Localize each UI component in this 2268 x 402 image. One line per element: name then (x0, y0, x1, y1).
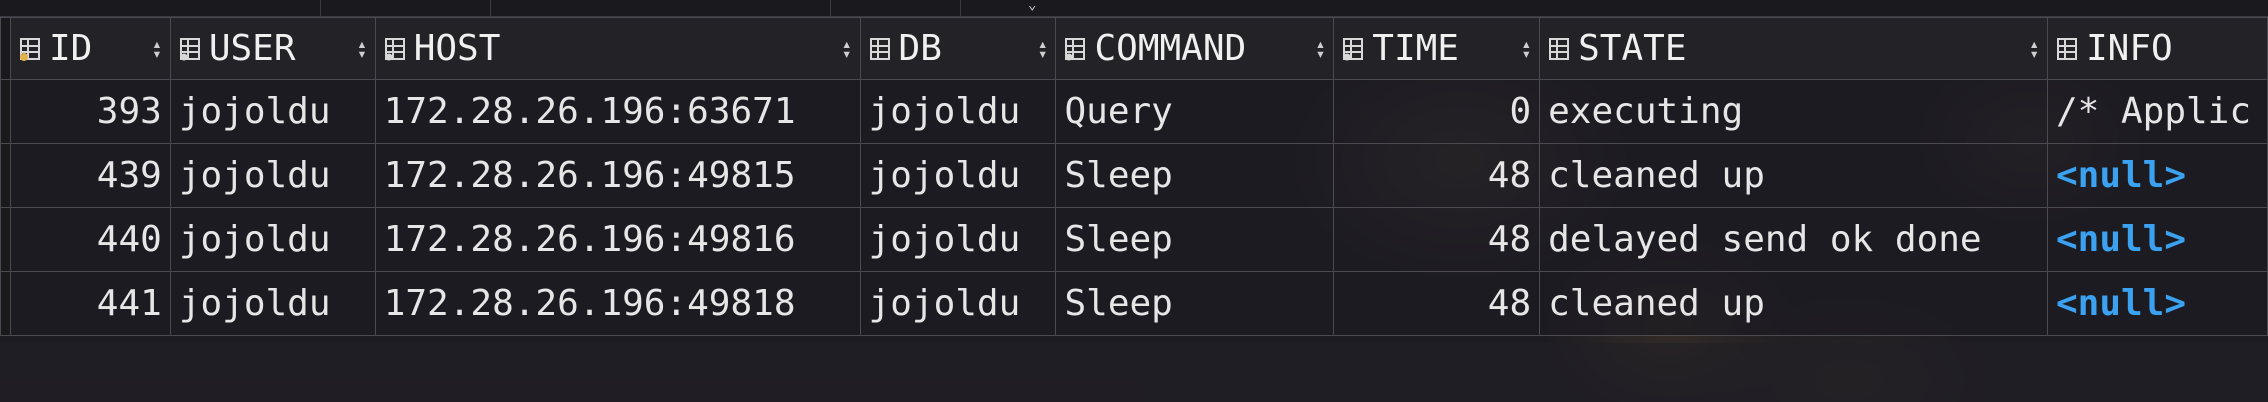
cell-state[interactable]: cleaned up (1539, 143, 2048, 208)
cell-user[interactable]: jojoldu (169, 207, 376, 272)
column-icon (384, 36, 408, 62)
cell-db[interactable]: jojoldu (859, 79, 1057, 144)
sort-icon[interactable]: ▴ ▾ (842, 35, 852, 61)
column-header-info[interactable]: INFO (2046, 17, 2268, 80)
sort-icon[interactable]: ▴ ▾ (152, 35, 162, 61)
table-row[interactable]: 440 jojoldu 172.28.26.196:49816 jojoldu … (0, 207, 2268, 272)
column-icon (1064, 36, 1088, 62)
cell-host[interactable]: 172.28.26.196:49818 (374, 271, 861, 336)
cell-db[interactable]: jojoldu (859, 207, 1057, 272)
cell-state[interactable]: executing (1539, 79, 2048, 144)
column-header-time[interactable]: TIME ▴ ▾ (1333, 17, 1541, 80)
cell-info[interactable]: /* Applic (2046, 79, 2268, 144)
sort-icon[interactable]: ▴ ▾ (2029, 35, 2039, 61)
column-header-command[interactable]: COMMAND ▴ ▾ (1055, 17, 1335, 80)
sort-icon[interactable]: ▴ ▾ (357, 35, 367, 61)
column-icon (1548, 36, 1572, 62)
table-row[interactable]: 439 jojoldu 172.28.26.196:49815 jojoldu … (0, 143, 2268, 208)
row-gutter[interactable] (0, 143, 11, 208)
cell-command[interactable]: Sleep (1055, 143, 1335, 208)
cell-db[interactable]: jojoldu (859, 271, 1057, 336)
column-header-label: TIME (1372, 28, 1459, 69)
column-header-label: DB (898, 28, 942, 69)
cell-command[interactable]: Sleep (1055, 207, 1335, 272)
column-header-label: INFO (2085, 28, 2173, 69)
row-gutter[interactable] (0, 207, 11, 272)
column-header-label: HOST (413, 28, 501, 69)
cell-host[interactable]: 172.28.26.196:49816 (374, 207, 861, 272)
sort-icon[interactable]: ▴ ▾ (1521, 35, 1531, 61)
column-header-host[interactable]: HOST ▴ ▾ (374, 17, 861, 80)
sort-icon[interactable]: ▴ ▾ (1038, 35, 1048, 61)
table-row[interactable]: 441 jojoldu 172.28.26.196:49818 jojoldu … (0, 271, 2268, 336)
cell-state[interactable]: delayed send ok done (1539, 207, 2048, 272)
cell-user[interactable]: jojoldu (169, 79, 376, 144)
sort-indicator-icon: ⌄ (1028, 0, 1037, 13)
column-header-state[interactable]: STATE ▴ ▾ (1539, 17, 2048, 80)
column-icon (869, 36, 893, 62)
column-header-label: COMMAND (1094, 28, 1247, 69)
column-header-db[interactable]: DB ▴ ▾ (859, 17, 1057, 80)
cell-state[interactable]: cleaned up (1539, 271, 2048, 336)
key-column-icon (19, 36, 43, 62)
column-header-user[interactable]: USER ▴ ▾ (169, 17, 376, 80)
cell-user[interactable]: jojoldu (169, 271, 376, 336)
header-row: ID ▴ ▾ USER ▴ ▾ HOST ▴ ▾ DB ▴ ▾ COMMAND … (0, 17, 2268, 80)
row-gutter[interactable] (0, 271, 11, 336)
cell-id[interactable]: 440 (9, 207, 171, 272)
cell-host[interactable]: 172.28.26.196:49815 (374, 143, 861, 208)
cell-id[interactable]: 393 (9, 79, 171, 144)
cell-id[interactable]: 439 (9, 143, 171, 208)
sort-icon[interactable]: ▴ ▾ (1316, 35, 1326, 61)
column-header-label: STATE (1578, 28, 1687, 69)
cell-user[interactable]: jojoldu (169, 143, 376, 208)
cell-host[interactable]: 172.28.26.196:63671 (374, 79, 861, 144)
empty-results-area (0, 343, 2268, 402)
column-icon (2056, 36, 2080, 62)
table-row[interactable]: 393 jojoldu 172.28.26.196:63671 jojoldu … (0, 79, 2268, 144)
cell-time[interactable]: 48 (1333, 207, 1541, 272)
column-header-id[interactable]: ID ▴ ▾ (9, 17, 171, 80)
cell-command[interactable]: Sleep (1055, 271, 1335, 336)
cell-info-null[interactable]: <null> (2046, 271, 2268, 336)
cell-id[interactable]: 441 (9, 271, 171, 336)
row-gutter[interactable] (0, 79, 11, 144)
cell-db[interactable]: jojoldu (859, 143, 1057, 208)
column-header-label: ID (48, 28, 93, 69)
cell-time[interactable]: 0 (1333, 79, 1541, 144)
column-icon (1342, 36, 1366, 62)
column-header-label: USER (208, 28, 296, 69)
cell-info-null[interactable]: <null> (2046, 143, 2268, 208)
column-icon (179, 36, 203, 62)
cell-time[interactable]: 48 (1333, 143, 1541, 208)
row-gutter-header (0, 17, 11, 80)
cell-info-null[interactable]: <null> (2046, 207, 2268, 272)
cell-time[interactable]: 48 (1333, 271, 1541, 336)
toolbar-strip: ⌄ (0, 0, 2268, 17)
cell-command[interactable]: Query (1055, 79, 1335, 144)
results-table: ID ▴ ▾ USER ▴ ▾ HOST ▴ ▾ DB ▴ ▾ COMMAND … (0, 17, 2268, 336)
